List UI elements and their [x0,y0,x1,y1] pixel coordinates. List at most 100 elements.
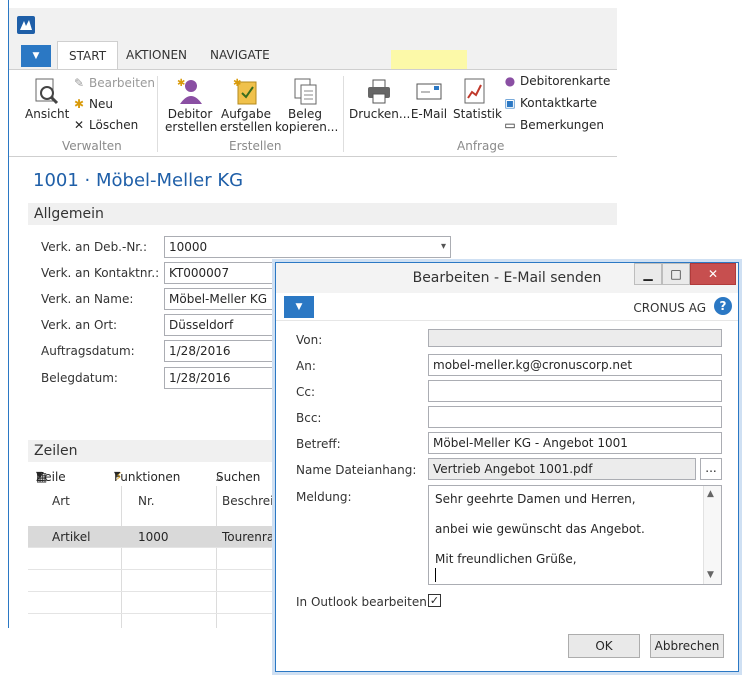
deb-nr-value: 10000 [169,240,208,254]
cell-art: Artikel [52,530,91,544]
message-line: Sehr geehrte Damen und Herren, [435,492,636,506]
column-header-beschreibung[interactable]: Beschreib [222,494,281,508]
app-titlebar [9,8,617,41]
minimize-button[interactable]: ▁ [634,263,662,285]
auftragsdatum-field[interactable]: 1/28/2016 [164,340,284,362]
debitor-label-2: erstellen [165,120,218,134]
message-line: Mit freundlichen Grüße, [435,552,577,566]
ribbon: Ansicht ✎ Bearbeiten ✱ Neu ✕ Löschen Verwal… [9,69,617,157]
column-header-nr[interactable]: Nr. [138,494,155,508]
new-sparkle-icon: ✱ [73,97,85,111]
tab-aktionen[interactable]: AKTIONEN [115,41,198,69]
an-field[interactable]: mobel-meller.kg@cronuscorp.net [428,354,722,376]
funktionen-menu[interactable]: ⚡ Funktionen ▾ [114,467,180,484]
help-icon[interactable]: ? [714,297,732,315]
anhang-label: Name Dateianhang: [296,463,417,477]
belegdatum-field[interactable]: 1/28/2016 [164,367,284,389]
statistik-label: Statistik [453,107,502,121]
ribbon-tabs: ▼ START AKTIONEN NAVIGATE [9,41,617,69]
ok-button[interactable]: OK [568,634,640,658]
email-dialog: Bearbeiten - E-Mail senden ▁ □ ✕ ▼ CRONU… [275,262,739,672]
cell-nr: 1000 [138,530,169,544]
group-label-verwalten: Verwalten [62,139,122,153]
debitorenkarte-label: Debitorenkarte [520,74,611,88]
funktionen-label: Funktionen [114,470,181,484]
outlook-label: In Outlook bearbeiten: [296,595,431,609]
suchen-label: Suchen [216,470,261,484]
aufgabe-erstellen-button[interactable]: ✱ Aufgabe erstellen [219,76,273,134]
attachment-browse-button[interactable]: ... [700,458,722,480]
kontaktkarte-button[interactable]: ▣ Kontaktkarte [503,93,597,113]
zeile-menu[interactable]: ▦ Zeile ▾ [36,467,66,484]
view-magnifier-icon [35,78,59,105]
app-menu-dropdown-button[interactable]: ▼ [21,45,51,67]
scroll-down-icon[interactable]: ▼ [707,570,714,580]
neu-button[interactable]: ✱ Neu [72,94,113,114]
email-envelope-icon [416,83,442,100]
ansicht-button[interactable]: Ansicht [25,76,69,121]
close-button[interactable]: ✕ [690,263,736,285]
debitor-erstellen-button[interactable]: ✱ Debitor erstellen [165,76,218,134]
text-caret [435,568,436,582]
cancel-button[interactable]: Abbrechen [650,634,724,658]
cell-beschreibung: Tourenrad [222,530,282,544]
loeschen-button[interactable]: ✕ Löschen [72,115,138,135]
bemerkungen-label: Bemerkungen [520,118,605,132]
column-header-art[interactable]: Art [52,494,70,508]
tab-start[interactable]: START [57,41,119,69]
svg-text:✱: ✱ [233,78,241,89]
beleg-kopieren-button[interactable]: Beleg kopieren... [275,76,339,134]
new-customer-icon: ✱ [177,78,202,104]
company-name: CRONUS AG [633,301,706,315]
page-title: 1001 · Möbel-Meller KG [33,170,244,191]
kontaktkarte-label: Kontaktkarte [520,96,598,110]
dynamics-logo-icon [17,16,35,34]
drucken-label: Drucken... [349,107,411,121]
svg-text:✱: ✱ [177,78,185,89]
debitorenkarte-button[interactable]: ● Debitorenkarte [503,71,611,91]
bearbeiten-button[interactable]: ✎ Bearbeiten [72,73,155,93]
comment-icon: ▭ [504,118,516,132]
aufgabe-label-2: erstellen [219,120,273,134]
anhang-field[interactable]: Vertrieb Angebot 1001.pdf [428,458,696,480]
scroll-up-icon[interactable]: ▲ [707,489,714,499]
drucken-button[interactable]: Drucken... [349,76,411,121]
bearbeiten-label: Bearbeiten [89,76,155,90]
an-label: An: [296,359,316,373]
kontaktnr-field[interactable]: KT000007 [164,262,284,284]
statistik-button[interactable]: Statistik [453,76,502,121]
field-label-name: Verk. an Name: [41,292,134,306]
neu-label: Neu [89,97,113,111]
customer-card-icon: ● [504,74,516,88]
textarea-scrollbar[interactable]: ▲ ▼ [703,486,721,584]
meldung-textarea[interactable]: Sehr geehrte Damen und Herren, anbei wie… [428,485,722,585]
email-label: E-Mail [410,107,448,121]
betreff-field[interactable]: Möbel-Meller KG - Angebot 1001 [428,432,722,454]
field-label-belegdatum: Belegdatum: [41,371,118,385]
ribbon-separator [343,76,344,152]
message-line: anbei wie gewünscht das Angebot. [435,522,645,536]
bemerkungen-button[interactable]: ▭ Bemerkungen [503,115,604,135]
bcc-field[interactable] [428,406,722,428]
fasttab-allgemein[interactable]: Allgemein [28,203,617,225]
checkmark-icon: ✓ [429,594,440,607]
email-button[interactable]: E-Mail [407,76,451,121]
von-label: Von: [296,333,323,347]
field-label-ort: Verk. an Ort: [41,318,118,332]
dialog-menu-dropdown-button[interactable]: ▼ [284,296,314,318]
name-field[interactable]: Möbel-Meller KG [164,288,284,310]
chevron-down-icon[interactable]: ▾ [441,237,446,257]
maximize-button[interactable]: □ [662,263,690,285]
cc-field[interactable] [428,380,722,402]
tab-navigate[interactable]: NAVIGATE [199,41,281,69]
deb-nr-field[interactable]: 10000 ▾ [164,236,451,258]
new-task-icon: ✱ [233,78,257,105]
outlook-checkbox[interactable]: ✓ [428,594,441,607]
dialog-actionbar: ▼ CRONUS AG ? [276,293,738,321]
von-field[interactable] [428,329,722,347]
pencil-icon: ✎ [73,76,85,90]
statistics-chart-icon [464,78,485,104]
ort-field[interactable]: Düsseldorf [164,314,284,336]
beleg-label-2: kopieren... [275,120,339,134]
meldung-label: Meldung: [296,490,352,504]
